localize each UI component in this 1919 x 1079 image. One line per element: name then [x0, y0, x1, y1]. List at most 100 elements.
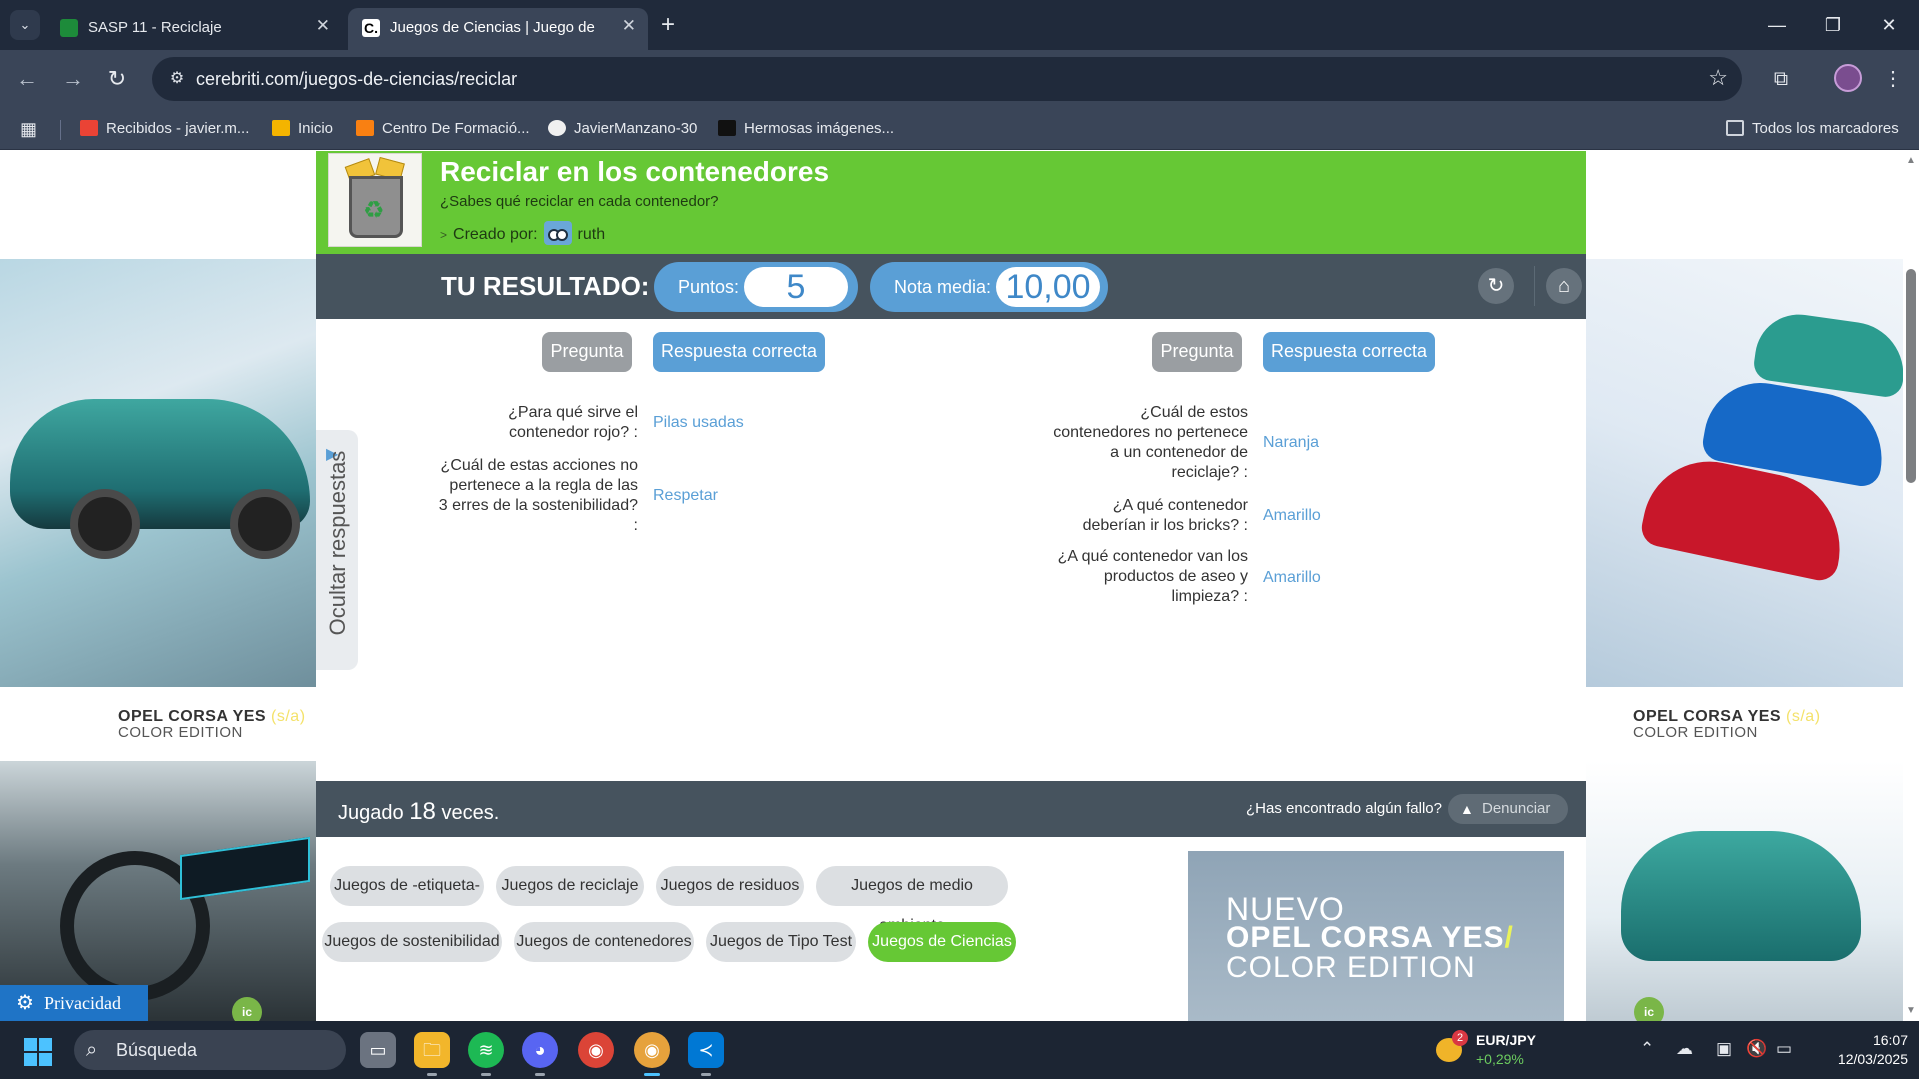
- ad-image-interior[interactable]: [0, 761, 316, 1021]
- ad-image-cars-right[interactable]: [1586, 259, 1919, 687]
- battery-icon[interactable]: ▭: [1776, 1039, 1792, 1059]
- warning-icon: ▲: [1460, 801, 1474, 817]
- ad-choices-badge[interactable]: ic: [232, 997, 262, 1021]
- chrome-icon[interactable]: ◉: [578, 1032, 614, 1068]
- tag-sostenibilidad[interactable]: Juegos de sostenibilidad: [322, 922, 502, 962]
- tag-reciclaje[interactable]: Juegos de reciclaje: [496, 866, 644, 906]
- restore-button[interactable]: ❐: [1810, 10, 1856, 40]
- taskbar-search-input[interactable]: ⌕ Búsqueda: [74, 1030, 346, 1070]
- dashboard-screen-shape: [180, 836, 310, 901]
- answer-text: Respetar: [653, 487, 718, 504]
- answer-header-left: Respuesta correcta: [653, 332, 825, 372]
- browser-toolbar: ← → ↻ ⚙ cerebriti.com/juegos-de-ciencias…: [0, 50, 1919, 108]
- chrome-profile-icon[interactable]: ◉: [634, 1032, 670, 1076]
- tag-ciencias[interactable]: Juegos de Ciencias: [868, 922, 1016, 962]
- average-score-value: 10,00: [996, 267, 1100, 307]
- game-title: Reciclar en los contenedores: [440, 156, 830, 187]
- ad-brand-left[interactable]: OPEL CORSA YES (s/a) COLOR EDITION: [118, 708, 306, 741]
- home-icon[interactable]: ⌂: [1546, 268, 1582, 304]
- apps-grid-icon[interactable]: ▦: [20, 118, 37, 140]
- close-window-button[interactable]: ✕: [1866, 10, 1912, 40]
- answer-text: Amarillo: [1263, 507, 1321, 524]
- game-creator: > Creado por: ruth: [440, 221, 605, 245]
- tab-juegos-de-ciencias[interactable]: C. Juegos de Ciencias | Juego de Recicla…: [348, 8, 648, 50]
- chevron-up-icon[interactable]: ⌃: [1640, 1039, 1654, 1059]
- network-icon[interactable]: ▣: [1716, 1039, 1732, 1059]
- scroll-up-icon[interactable]: ▲: [1906, 155, 1916, 166]
- bookmarks-bar: ▦ Recibidos - javier.m... Inicio Centro …: [0, 108, 1919, 150]
- chevron-right-icon: >: [440, 228, 448, 242]
- volume-muted-icon[interactable]: 🔇: [1746, 1039, 1767, 1059]
- question-text: ¿A qué contenedor deberían ir los bricks…: [1082, 497, 1248, 534]
- game-header: ♻ Reciclar en los contenedores ¿Sabes qu…: [316, 151, 1586, 254]
- scrollbar-thumb[interactable]: [1906, 269, 1916, 483]
- system-clock[interactable]: 16:07 12/03/2025: [1808, 1031, 1908, 1069]
- bookmark-github[interactable]: JavierManzano-30: [548, 118, 697, 140]
- windows-start-icon[interactable]: [24, 1038, 52, 1066]
- report-question: ¿Has encontrado algún fallo?: [1246, 800, 1442, 817]
- discord-icon[interactable]: ◕: [522, 1032, 558, 1076]
- tab-search-button[interactable]: ⌄: [10, 10, 40, 40]
- file-explorer-icon[interactable]: 🗀: [414, 1032, 450, 1076]
- played-count: Jugado 18 veces.: [338, 798, 500, 825]
- opel-banner-ad[interactable]: NUEVO OPEL CORSA YES/ COLOR EDITION: [1188, 851, 1564, 1021]
- reload-icon[interactable]: ↻: [100, 62, 134, 96]
- browser-tab-strip: ⌄ SASP 11 - Reciclaje ✕ C. Juegos de Cie…: [0, 0, 1919, 50]
- tag-etiqueta[interactable]: Juegos de -etiqueta-: [330, 866, 484, 906]
- page-scrollbar[interactable]: ▲ ▼: [1903, 151, 1919, 1021]
- forward-arrow-icon[interactable]: →: [56, 62, 90, 96]
- url-text[interactable]: cerebriti.com/juegos-de-ciencias/recicla…: [196, 69, 517, 90]
- wheel-shape: [230, 489, 300, 559]
- replay-icon[interactable]: ↻: [1478, 268, 1514, 304]
- hide-answers-tab[interactable]: ▶ Ocultar respuestas: [316, 430, 358, 670]
- all-bookmarks-button[interactable]: Todos los marcadores: [1726, 118, 1899, 140]
- folder-icon: [1726, 120, 1744, 136]
- recycle-icon: ♻: [363, 197, 385, 224]
- bookmark-gmail[interactable]: Recibidos - javier.m...: [80, 118, 249, 140]
- car-shape: [1621, 831, 1861, 961]
- search-icon: ⌕: [86, 1039, 98, 1061]
- tag-residuos[interactable]: Juegos de residuos: [656, 866, 804, 906]
- tab-sasp-reciclaje[interactable]: SASP 11 - Reciclaje ✕: [46, 8, 342, 50]
- extensions-icon[interactable]: ⧉: [1766, 64, 1796, 94]
- bookmark-star-icon[interactable]: ☆: [1708, 65, 1728, 91]
- tag-tipo-test[interactable]: Juegos de Tipo Test: [706, 922, 856, 962]
- ad-image-car-rear[interactable]: [1586, 761, 1919, 1021]
- answer-header-right: Respuesta correcta: [1263, 332, 1435, 372]
- ad-choices-badge[interactable]: ic: [1634, 997, 1664, 1021]
- profile-avatar[interactable]: [1834, 64, 1862, 92]
- creator-avatar[interactable]: [543, 221, 572, 245]
- currency-ticker-widget[interactable]: 2 EUR/JPY +0,29%: [1436, 1030, 1556, 1070]
- bookmark-hermosas-imagenes[interactable]: Hermosas imágenes...: [718, 118, 894, 140]
- bookmark-centro-formacion[interactable]: Centro De Formació...: [356, 118, 530, 140]
- game-thumbnail[interactable]: ♻: [328, 153, 422, 247]
- new-tab-button[interactable]: +: [654, 12, 682, 40]
- site-info-icon[interactable]: ⚙: [166, 68, 188, 90]
- back-arrow-icon[interactable]: ←: [10, 62, 44, 96]
- close-icon[interactable]: ✕: [316, 16, 330, 36]
- image-site-icon: [718, 120, 736, 136]
- minimize-button[interactable]: —: [1754, 10, 1800, 40]
- spotify-icon[interactable]: ≋: [468, 1032, 504, 1076]
- address-bar[interactable]: ⚙ cerebriti.com/juegos-de-ciencias/recic…: [152, 57, 1742, 101]
- question-header-right: Pregunta: [1152, 332, 1242, 372]
- bookmark-inicio[interactable]: Inicio: [272, 118, 333, 140]
- notification-badge: 2: [1452, 1030, 1468, 1046]
- ad-brand-right[interactable]: OPEL CORSA YES (s/a) COLOR EDITION: [1633, 708, 1821, 741]
- close-icon[interactable]: ✕: [622, 16, 636, 36]
- ad-image-car-left[interactable]: [0, 259, 316, 687]
- gear-icon: ⚙: [16, 992, 34, 1014]
- more-menu-icon[interactable]: ⋮: [1878, 64, 1908, 94]
- task-view-icon[interactable]: ▭: [360, 1032, 396, 1068]
- classroom-icon: [272, 120, 290, 136]
- windows-taskbar: ⌕ Búsqueda ▭ 🗀 ≋ ◕ ◉ ◉ ≺ 2 EUR/JPY +0,29%…: [0, 1021, 1919, 1079]
- creator-name-link[interactable]: ruth: [578, 226, 606, 243]
- tag-contenedores[interactable]: Juegos de contenedores: [514, 922, 694, 962]
- cerebriti-favicon-icon: C.: [362, 19, 380, 37]
- cloud-icon[interactable]: ☁: [1676, 1039, 1693, 1059]
- tag-medio-ambiente[interactable]: Juegos de medio ambiente: [816, 866, 1008, 934]
- vscode-icon[interactable]: ≺: [688, 1032, 724, 1076]
- privacy-button[interactable]: ⚙ Privacidad: [0, 985, 148, 1021]
- scroll-down-icon[interactable]: ▼: [1906, 1005, 1916, 1016]
- report-button[interactable]: ▲ Denunciar: [1448, 794, 1568, 824]
